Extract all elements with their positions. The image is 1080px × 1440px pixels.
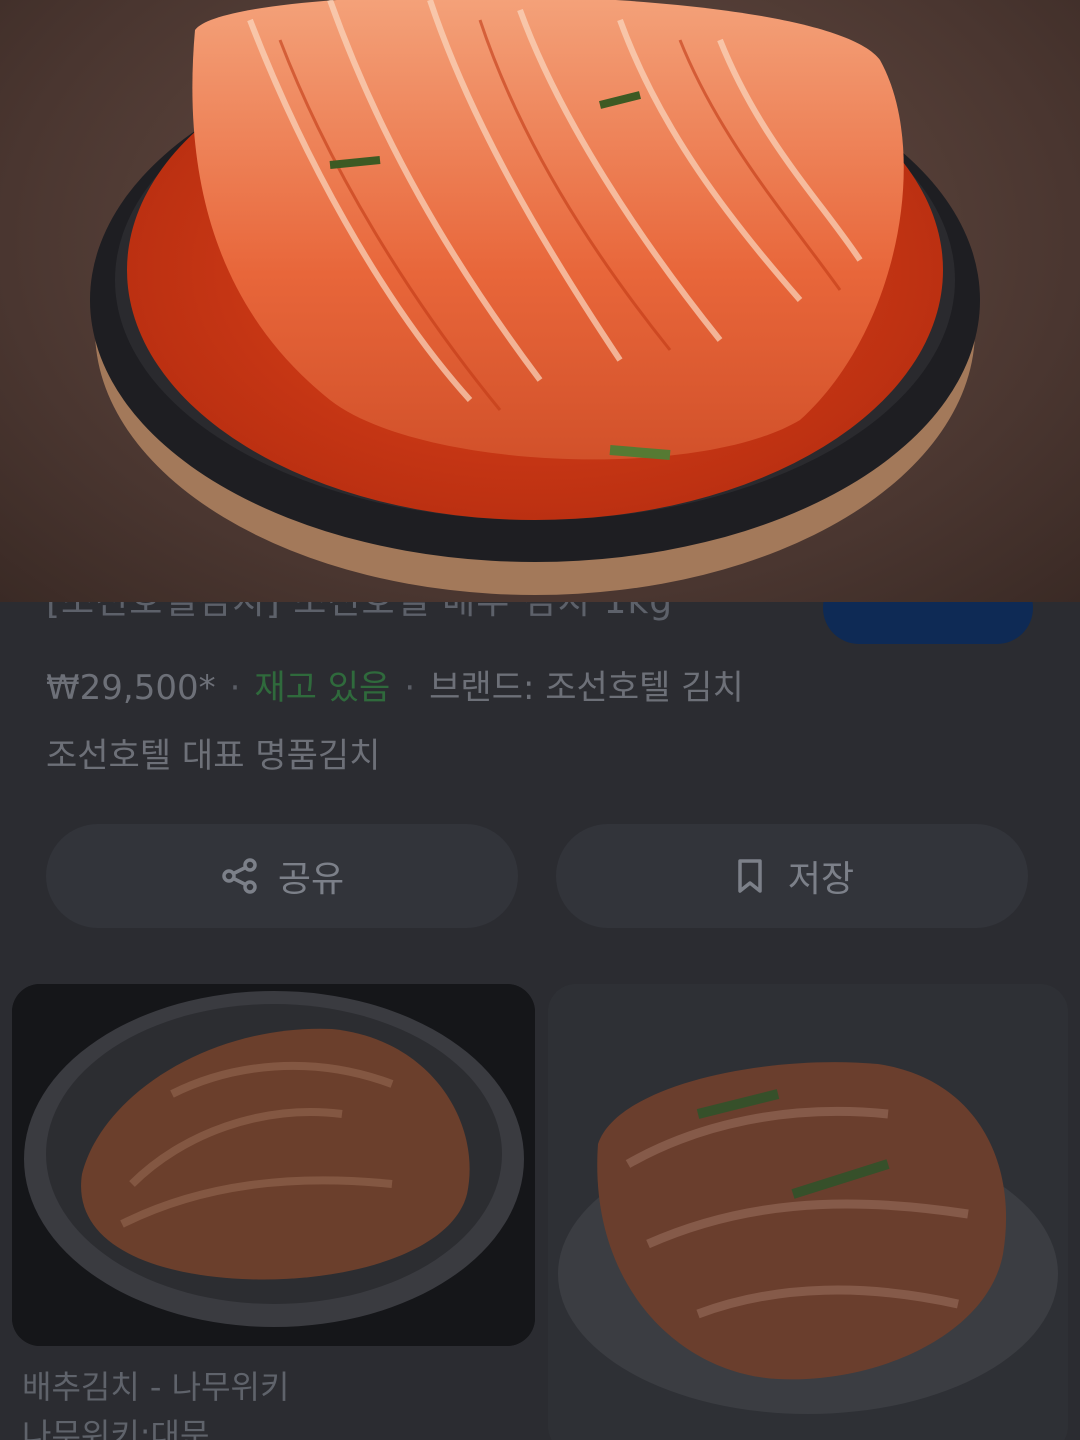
related-source: 나무위키:대문 xyxy=(22,1416,210,1440)
kimchi-bowl-image xyxy=(90,0,980,595)
related-image-card[interactable] xyxy=(12,984,535,1346)
brand-label: 브랜드: 조선호텔 김치 xyxy=(429,668,744,708)
result-sheet: [조선호텔김치] 조선호텔 배추 김치 1kg ₩29,500* · 재고 있음 · 브… xyxy=(0,602,1080,1440)
save-label: 저장 xyxy=(787,859,855,900)
save-button[interactable]: 저장 xyxy=(556,824,1028,928)
product-price: ₩29,500* xyxy=(46,668,216,708)
stock-status: 재고 있음 xyxy=(254,668,391,708)
kimchi-plate-image xyxy=(12,984,535,1346)
buy-button[interactable] xyxy=(823,602,1033,644)
separator-dot: · xyxy=(404,668,416,708)
related-image-card[interactable] xyxy=(548,984,1068,1440)
product-hero-image[interactable] xyxy=(0,0,1080,602)
separator-dot: · xyxy=(229,668,241,708)
share-button[interactable]: 공유 xyxy=(46,824,518,928)
share-icon xyxy=(222,858,257,894)
product-description: 조선호텔 대표 명품김치 xyxy=(46,736,381,776)
product-title[interactable]: [조선호텔김치] 조선호텔 배추 김치 1kg xyxy=(46,602,673,628)
share-label: 공유 xyxy=(277,859,345,900)
product-meta-row: ₩29,500* · 재고 있음 · 브랜드: 조선호텔 김치 xyxy=(46,660,744,709)
related-title[interactable]: 배추김치 - 나무위키 xyxy=(22,1362,289,1408)
bookmark-icon xyxy=(738,859,762,893)
kimchi-plate-image xyxy=(548,984,1068,1440)
